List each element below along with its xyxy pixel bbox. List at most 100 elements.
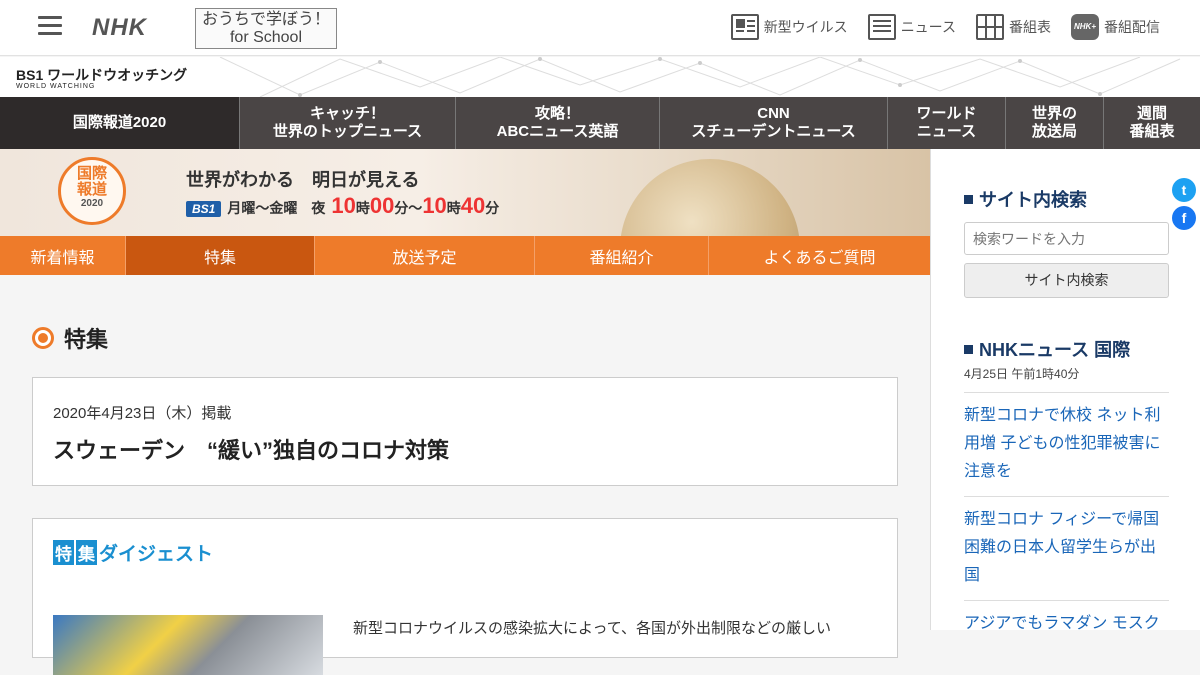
broadcast-schedule: BS1 月曜～金曜 夜 10 時 00 分～ 10 時 40 分 [186, 193, 499, 219]
tab-label: 番組表 [1129, 123, 1175, 140]
bs1-channel-badge: BS1 [186, 201, 222, 217]
start-hour: 10 [331, 193, 356, 218]
nhk-logo[interactable]: NHK [92, 14, 147, 42]
world-watching-logo[interactable]: BS1 ワールドウオッチング WORLD WATCHING [16, 65, 187, 90]
article-title: スウェーデン “緩い”独自のコロナ対策 [53, 438, 450, 463]
broadcast-time: 10 時 00 分～ 10 時 40 分 [331, 193, 499, 219]
subnav-faq[interactable]: よくあるご質問 [709, 236, 930, 275]
nav-virus[interactable]: 新型ウイルス [730, 14, 848, 40]
top-bar: NHK おうちで学ぼう！ for School 新型ウイルス ニュース 番組表 … [0, 0, 1200, 56]
nhk-news-heading: NHKニュース 国際 [964, 336, 1130, 362]
news-link[interactable]: アジアでもラマダン モスク [964, 600, 1169, 648]
search-input[interactable] [964, 222, 1169, 255]
end-minute: 40 [460, 193, 486, 218]
for-school-banner[interactable]: おうちで学ぼう！ for School [195, 8, 337, 49]
program-nav: 国際報道2020 キャッチ！ 世界のトップニュース 攻略！ ABCニュース英語 CN… [0, 97, 1200, 149]
program-badge-logo[interactable]: 国際 報道 2020 [58, 157, 126, 225]
time-unit: 時 [355, 200, 370, 216]
school-line2: for School [229, 29, 303, 46]
program-hero: 国際 報道 2020 世界がわかる 明日が見える BS1 月曜～金曜 夜 10 時… [0, 149, 930, 236]
digest-card: 特 集 ダイジェスト 新型コロナウイルスの感染拡大によって、各国が外出制限などの… [32, 518, 898, 675]
end-hour: 10 [422, 193, 447, 218]
article-date: 2020年4月23日（木）掲載 [53, 405, 232, 422]
nav-virus-label: 新型ウイルス [763, 19, 848, 35]
main-content: 特集 2020年4月23日（木）掲載 スウェーデン “緩い”独自のコロナ対策 特… [0, 275, 930, 675]
menu-icon[interactable] [38, 16, 62, 36]
virus-news-icon [730, 14, 759, 40]
square-bullet-icon [964, 195, 973, 204]
section-title: 特集 [64, 327, 109, 352]
school-line1: おうちで学ぼう！ [201, 11, 330, 28]
tab-label: 世界の [1031, 105, 1077, 122]
tab-catch[interactable]: キャッチ！ 世界のトップニュース [240, 97, 456, 149]
subnav-schedule[interactable]: 放送予定 [315, 236, 535, 275]
news-icon [867, 14, 896, 40]
article-lead: 新型コロナウイルスの感染拡大によって、各国が外出制限などの厳しい [353, 620, 832, 637]
tab-label: 国際報道2020 [72, 114, 167, 131]
time-unit: 分 [485, 200, 500, 216]
time-prefix: 夜 [311, 200, 326, 216]
nav-news-label: ニュース [900, 19, 956, 35]
nav-streaming[interactable]: NHK+ 番組配信 [1071, 14, 1160, 40]
nhk-news-title: NHKニュース 国際 [979, 340, 1131, 360]
tab-label: 放送局 [1031, 123, 1077, 140]
section-heading: 特集 [32, 322, 108, 354]
section-nav: 新着情報 特集 放送予定 番組紹介 よくあるご質問 [0, 236, 930, 275]
tab-label: 世界のトップニュース [272, 123, 423, 140]
social-share: t f [1172, 178, 1196, 234]
top-nav: 新型ウイルス ニュース 番組表 NHK+ 番組配信 [730, 14, 1160, 40]
nav-program-guide-label: 番組表 [1009, 19, 1051, 35]
facebook-icon[interactable]: f [1172, 206, 1196, 230]
nav-streaming-label: 番組配信 [1104, 19, 1160, 35]
nhk-plus-icon: NHK+ [1071, 14, 1099, 40]
tab-label: ABCニュース英語 [496, 123, 619, 140]
tab-world-news[interactable]: ワールド ニュース [888, 97, 1006, 149]
news-timestamp: 4月25日 午前1時40分 [964, 367, 1080, 381]
tab-label: ニュース [916, 123, 977, 140]
badge-year: 2020 [80, 198, 104, 209]
digest-box-char: 特 [53, 540, 74, 565]
sidebar: サイト内検索 サイト内検索 NHKニュース 国際 4月25日 午前1時40分 新… [930, 149, 1200, 632]
nav-program-guide[interactable]: 番組表 [976, 14, 1051, 40]
subnav-features[interactable]: 特集 [126, 236, 315, 275]
tab-world-broadcasters[interactable]: 世界の 放送局 [1006, 97, 1104, 149]
badge-line2: 報道 [76, 181, 107, 198]
tab-label: ワールド [916, 105, 977, 122]
world-watching-title: BS1 ワールドウオッチング [16, 67, 188, 83]
site-search-heading: サイト内検索 [964, 186, 1087, 212]
brand-strip: BS1 ワールドウオッチング WORLD WATCHING [0, 57, 1200, 97]
tab-kokusai-houdou[interactable]: 国際報道2020 [0, 97, 240, 149]
square-bullet-icon [964, 345, 973, 354]
globe-image [620, 159, 800, 236]
tab-label: キャッチ！ [309, 105, 385, 122]
digest-heading: 特 集 ダイジェスト [53, 539, 877, 566]
tab-label: CNN [757, 105, 790, 122]
search-button[interactable]: サイト内検索 [964, 263, 1169, 298]
news-link[interactable]: 新型コロナ フィジーで帰国困難の日本人留学生らが出国 [964, 496, 1169, 600]
digest-label: ダイジェスト [99, 544, 214, 565]
tab-label: 週間 [1136, 105, 1167, 122]
tab-abc-english[interactable]: 攻略！ ABCニュース英語 [456, 97, 660, 149]
time-unit: 分～ [394, 200, 423, 216]
subnav-program-info[interactable]: 番組紹介 [535, 236, 709, 275]
article-thumbnail [53, 615, 323, 675]
start-minute: 00 [369, 193, 395, 218]
news-list: 新型コロナで休校 ネット利用増 子どもの性犯罪被害に注意を 新型コロナ フィジー… [964, 392, 1169, 648]
twitter-icon[interactable]: t [1172, 178, 1196, 202]
program-grid-icon [976, 14, 1004, 40]
tab-cnn-student[interactable]: CNN スチューデントニュース [660, 97, 888, 149]
tab-label: スチューデントニュース [691, 123, 856, 140]
news-link[interactable]: 新型コロナで休校 ネット利用増 子どもの性犯罪被害に注意を [964, 392, 1169, 496]
badge-line1: 国際 [76, 165, 107, 182]
target-circle-icon [32, 327, 54, 349]
broadcast-days: 月曜～金曜 [227, 200, 298, 216]
time-unit: 時 [446, 200, 461, 216]
subnav-latest[interactable]: 新着情報 [0, 236, 126, 275]
world-watching-sub: WORLD WATCHING [16, 83, 96, 90]
tab-label: 攻略！ [534, 105, 580, 122]
digest-box-char: 集 [76, 540, 97, 565]
tab-weekly-schedule[interactable]: 週間 番組表 [1104, 97, 1200, 149]
nav-news[interactable]: ニュース [867, 14, 956, 40]
program-tagline: 世界がわかる 明日が見える [186, 170, 420, 190]
article-header-card: 2020年4月23日（木）掲載 スウェーデン “緩い”独自のコロナ対策 [32, 377, 898, 486]
